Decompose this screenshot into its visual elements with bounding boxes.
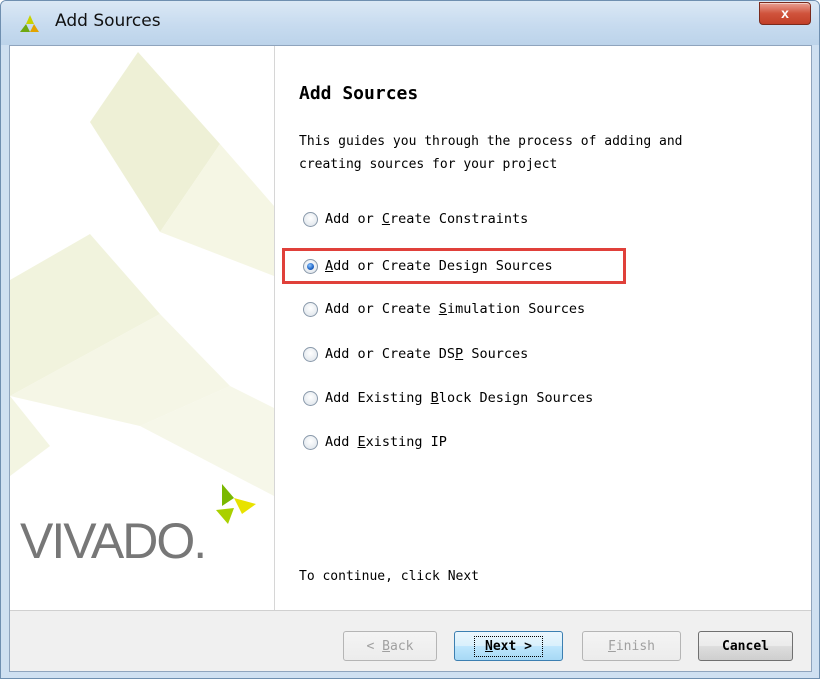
cancel-button-label: Cancel (722, 638, 769, 654)
radio-button-checked[interactable] (303, 258, 318, 274)
page-title: Add Sources (299, 83, 419, 104)
page-description: This guides you through the process of a… (299, 130, 779, 176)
add-sources-dialog: Add Sources x VIVADO. Add Sources This g… (0, 0, 820, 679)
option-label: Add Existing Block Design Sources (325, 390, 594, 406)
option-add-simulation-sources[interactable]: Add or Create Simulation Sources (303, 298, 585, 320)
radio-button[interactable] (303, 211, 318, 227)
back-button[interactable]: < Back (343, 631, 437, 661)
title-bar[interactable]: Add Sources x (1, 1, 819, 45)
continue-hint: To continue, click Next (299, 569, 480, 584)
close-icon: x (781, 5, 789, 21)
option-add-constraints[interactable]: Add or Create Constraints (303, 208, 528, 230)
option-add-design-sources[interactable]: Add or Create Design Sources (303, 255, 553, 277)
option-label: Add or Create DSP Sources (325, 346, 529, 362)
next-button[interactable]: Next > (454, 631, 563, 661)
next-button-label: Next > (474, 635, 543, 657)
vivado-logo: VIVADO. (20, 512, 207, 570)
radio-button[interactable] (303, 434, 318, 450)
cancel-button[interactable]: Cancel (698, 631, 793, 661)
option-add-existing-ip[interactable]: Add Existing IP (303, 431, 447, 453)
back-button-label: < Back (366, 638, 414, 654)
option-label: Add Existing IP (325, 434, 447, 450)
option-add-block-design-sources[interactable]: Add Existing Block Design Sources (303, 387, 593, 409)
description-line-1: This guides you through the process of a… (299, 134, 683, 149)
button-bar-divider (10, 610, 811, 611)
radio-button[interactable] (303, 301, 318, 317)
option-label: Add or Create Simulation Sources (325, 301, 586, 317)
vivado-logo-text: VIVADO (20, 513, 195, 569)
option-label: Add or Create Constraints (325, 211, 529, 227)
vivado-logo-mark-icon (216, 484, 256, 524)
window-title: Add Sources (55, 11, 161, 31)
vivado-app-icon (20, 15, 39, 32)
option-add-dsp-sources[interactable]: Add or Create DSP Sources (303, 343, 528, 365)
vivado-logo-dot: . (193, 513, 207, 569)
radio-button[interactable] (303, 390, 318, 406)
dialog-body: VIVADO. Add Sources This guides you thro… (9, 45, 812, 672)
finish-button[interactable]: Finish (582, 631, 681, 661)
finish-button-label: Finish (608, 638, 655, 654)
wizard-content: Add Sources This guides you through the … (275, 46, 811, 610)
close-button[interactable]: x (759, 2, 811, 25)
wizard-side-art: VIVADO. (10, 46, 275, 610)
description-line-2: creating sources for your project (299, 157, 558, 172)
radio-button[interactable] (303, 346, 318, 362)
option-label: Add or Create Design Sources (325, 258, 553, 274)
